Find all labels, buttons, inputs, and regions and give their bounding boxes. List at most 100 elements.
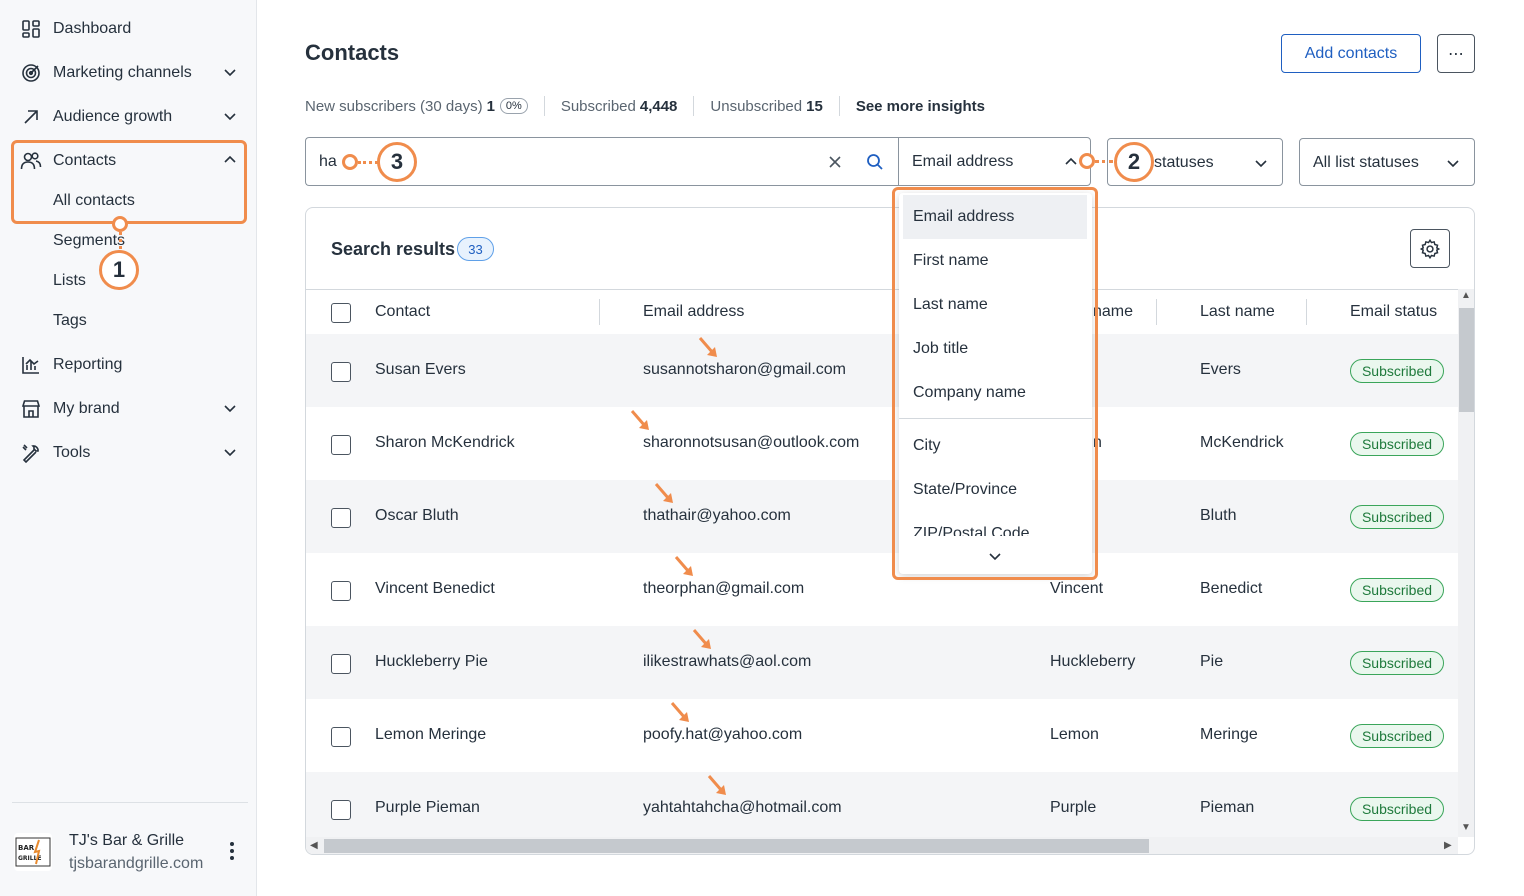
- account-url: tjsbarandgrille.com: [69, 855, 204, 872]
- nav-label: Tools: [53, 444, 91, 461]
- account-name: TJ's Bar & Grille: [69, 832, 185, 849]
- select-all-checkbox[interactable]: [331, 303, 351, 323]
- new-subscribers-label: New subscribers (30 days): [305, 97, 483, 115]
- column-separator: [599, 299, 600, 325]
- table-header: Contact Email address name Last name Ema…: [306, 289, 1458, 333]
- chevron-down-icon[interactable]: [222, 444, 238, 460]
- chevron-down-icon[interactable]: [222, 108, 238, 124]
- row-checkbox[interactable]: [331, 654, 351, 674]
- chevron-down-icon: [1255, 160, 1267, 168]
- close-icon[interactable]: [827, 154, 843, 170]
- svg-text:BAR: BAR: [18, 844, 35, 852]
- chevron-down-icon[interactable]: [222, 400, 238, 416]
- contact-name[interactable]: Susan Evers: [375, 361, 466, 379]
- brand-logo-graphic: BAR GRILLE: [15, 837, 51, 867]
- status-badge: Subscribed: [1350, 359, 1444, 383]
- scroll-up-arrow-icon[interactable]: ▲: [1461, 290, 1471, 301]
- contact-name[interactable]: Sharon McKendrick: [375, 434, 515, 452]
- table-row[interactable]: Huckleberry Pie ilikestrawhats@aol.com H…: [306, 626, 1458, 699]
- scroll-right-arrow-icon[interactable]: ▶: [1444, 840, 1452, 851]
- nav-audience-growth[interactable]: Audience growth: [20, 102, 244, 132]
- list-status-filter[interactable]: All list statuses: [1299, 138, 1475, 186]
- row-checkbox[interactable]: [331, 435, 351, 455]
- nav-my-brand[interactable]: My brand: [20, 394, 244, 424]
- contact-name[interactable]: Vincent Benedict: [375, 580, 495, 598]
- contact-name[interactable]: Purple Pieman: [375, 799, 480, 817]
- see-more-insights-link[interactable]: See more insights: [856, 98, 985, 115]
- scroll-down-arrow-icon[interactable]: ▼: [1461, 822, 1471, 833]
- subnav-lists[interactable]: Lists: [53, 269, 86, 293]
- column-header-email[interactable]: Email address: [643, 303, 744, 321]
- row-checkbox[interactable]: [331, 800, 351, 820]
- annotation-arrow-icon: [670, 702, 689, 722]
- chevron-down-icon[interactable]: [222, 64, 238, 80]
- row-checkbox[interactable]: [331, 727, 351, 747]
- arrow-up-right-icon: [20, 106, 42, 128]
- stats-separator: [838, 96, 840, 116]
- callout-number-2: 2: [1114, 142, 1154, 182]
- column-header-email-status[interactable]: Email status: [1350, 303, 1437, 321]
- contact-first-name: Vincent: [1050, 580, 1104, 597]
- annotation-arrow-icon: [692, 629, 711, 649]
- column-header-contact[interactable]: Contact: [375, 303, 430, 321]
- kebab-menu-icon[interactable]: [224, 840, 240, 862]
- row-checkbox[interactable]: [331, 581, 351, 601]
- contact-email: susannotsharon@gmail.com: [643, 361, 847, 378]
- nav-label: Reporting: [53, 356, 123, 373]
- column-header-last-name[interactable]: Last name: [1200, 303, 1275, 321]
- contact-name[interactable]: Oscar Bluth: [375, 507, 459, 525]
- nav-reporting[interactable]: Reporting: [20, 350, 244, 380]
- vertical-scrollbar-thumb[interactable]: [1459, 308, 1474, 412]
- table-row[interactable]: Susan Evers susannotsharon@gmail.com Eve…: [306, 334, 1458, 407]
- table-settings-button[interactable]: [1410, 229, 1450, 268]
- search-icon[interactable]: [866, 153, 884, 171]
- subnav-tags[interactable]: Tags: [53, 309, 87, 333]
- nav-label: Marketing channels: [53, 64, 192, 81]
- table-row[interactable]: Lemon Meringe poofy.hat@yahoo.com Lemon …: [306, 699, 1458, 772]
- contact-first-name: Huckleberry: [1050, 653, 1136, 670]
- contact-first-name: Lemon: [1050, 726, 1099, 743]
- callout-connector: [358, 161, 378, 164]
- contact-name[interactable]: Huckleberry Pie: [375, 653, 488, 671]
- nav-marketing-channels[interactable]: Marketing channels: [20, 58, 244, 88]
- new-subscribers-percent: 0%: [499, 98, 528, 114]
- status-badge: Subscribed: [1350, 578, 1444, 602]
- status-badge: Subscribed: [1350, 651, 1444, 675]
- unsubscribed-value: 15: [806, 97, 823, 115]
- column-separator: [1156, 299, 1157, 325]
- more-options-button[interactable]: ⋯: [1437, 34, 1475, 73]
- row-checkbox[interactable]: [331, 508, 351, 528]
- callout-dot: [1079, 153, 1095, 169]
- nav-label: Dashboard: [53, 20, 132, 37]
- contact-last-name: Benedict: [1200, 580, 1263, 597]
- gear-icon: [1419, 238, 1441, 259]
- callout-highlight-dropdown: [892, 187, 1098, 580]
- add-contacts-button[interactable]: Add contacts: [1281, 34, 1421, 73]
- bar-chart-icon: [20, 354, 42, 376]
- nav-dashboard[interactable]: Dashboard: [20, 14, 244, 44]
- table-row[interactable]: Purple Pieman yahtahtahcha@hotmail.com P…: [306, 772, 1458, 837]
- row-checkbox[interactable]: [331, 362, 351, 382]
- callout-highlight-contacts: [11, 140, 247, 224]
- contact-last-name: Evers: [1200, 361, 1241, 378]
- sidebar-divider: [12, 802, 248, 803]
- contact-email: thathair@yahoo.com: [643, 507, 791, 524]
- callout-number-3: 3: [377, 142, 417, 182]
- contact-last-name: Bluth: [1200, 507, 1237, 524]
- stats-bar: New subscribers (30 days) 1 0% Subscribe…: [305, 95, 985, 117]
- search-field-select[interactable]: Email address: [898, 137, 1091, 186]
- annotation-arrow-icon: [654, 483, 673, 503]
- horizontal-scrollbar-thumb[interactable]: [324, 839, 1149, 853]
- contact-name[interactable]: Lemon Meringe: [375, 726, 486, 744]
- table-row[interactable]: Vincent Benedict theorphan@gmail.com Vin…: [306, 553, 1458, 626]
- scroll-left-arrow-icon[interactable]: ◀: [310, 840, 318, 851]
- contact-first-name: Purple: [1050, 799, 1097, 816]
- search-input-value: ha: [319, 153, 337, 170]
- chevron-up-icon: [1065, 157, 1077, 165]
- nav-tools[interactable]: Tools: [20, 438, 244, 468]
- column-header-first-name[interactable]: name: [1093, 303, 1133, 321]
- status-badge: Subscribed: [1350, 797, 1444, 821]
- table-row[interactable]: Oscar Bluth thathair@yahoo.com Bluth Sub…: [306, 480, 1458, 553]
- search-field-selected: Email address: [912, 153, 1014, 170]
- table-row[interactable]: Sharon McKendrick sharonnotsusan@outlook…: [306, 407, 1458, 480]
